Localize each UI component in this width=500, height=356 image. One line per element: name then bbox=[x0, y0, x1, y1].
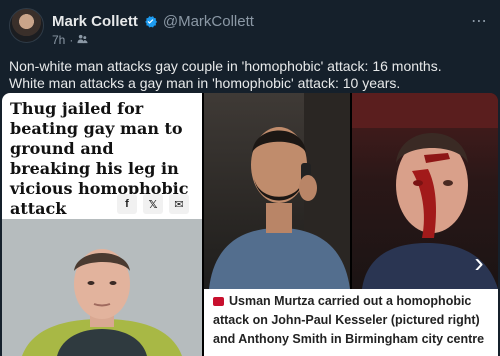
tweet-header: Mark Collett @MarkCollett ⋯ bbox=[52, 11, 490, 31]
more-horizontal-icon[interactable]: ⋯ bbox=[471, 11, 488, 31]
caption-text: Usman Murtza carried out a homophobic at… bbox=[213, 294, 485, 346]
audience-icon bbox=[77, 33, 88, 47]
chevron-right-icon[interactable]: › bbox=[468, 248, 490, 278]
tweet-meta: 7h · bbox=[52, 33, 88, 47]
tweet-text: Non-white man attacks gay couple in 'hom… bbox=[9, 58, 494, 92]
mail-icon: ✉ bbox=[169, 194, 189, 214]
tweet-text-line: White man attacks a gay man in 'homophob… bbox=[9, 75, 401, 91]
mugshot-photo bbox=[2, 219, 202, 356]
verified-badge-icon bbox=[143, 14, 158, 29]
share-buttons: f 𝕏 ✉ bbox=[117, 194, 189, 214]
tweet-media[interactable]: Thug jailed for beating gay man to groun… bbox=[2, 93, 498, 356]
timestamp[interactable]: 7h bbox=[52, 33, 65, 47]
handle[interactable]: @MarkCollett bbox=[163, 13, 254, 30]
tweet-text-line: Non-white man attacks gay couple in 'hom… bbox=[9, 58, 442, 74]
victim-photo: › bbox=[352, 93, 498, 289]
display-name[interactable]: Mark Collett bbox=[52, 13, 138, 30]
attacker-photo bbox=[204, 93, 350, 289]
twitter-icon: 𝕏 bbox=[143, 194, 163, 214]
article-screenshot: Thug jailed for beating gay man to groun… bbox=[2, 93, 202, 356]
facebook-icon: f bbox=[117, 194, 137, 214]
photo-caption: Usman Murtza carried out a homophobic at… bbox=[204, 289, 498, 356]
avatar[interactable] bbox=[9, 8, 44, 43]
